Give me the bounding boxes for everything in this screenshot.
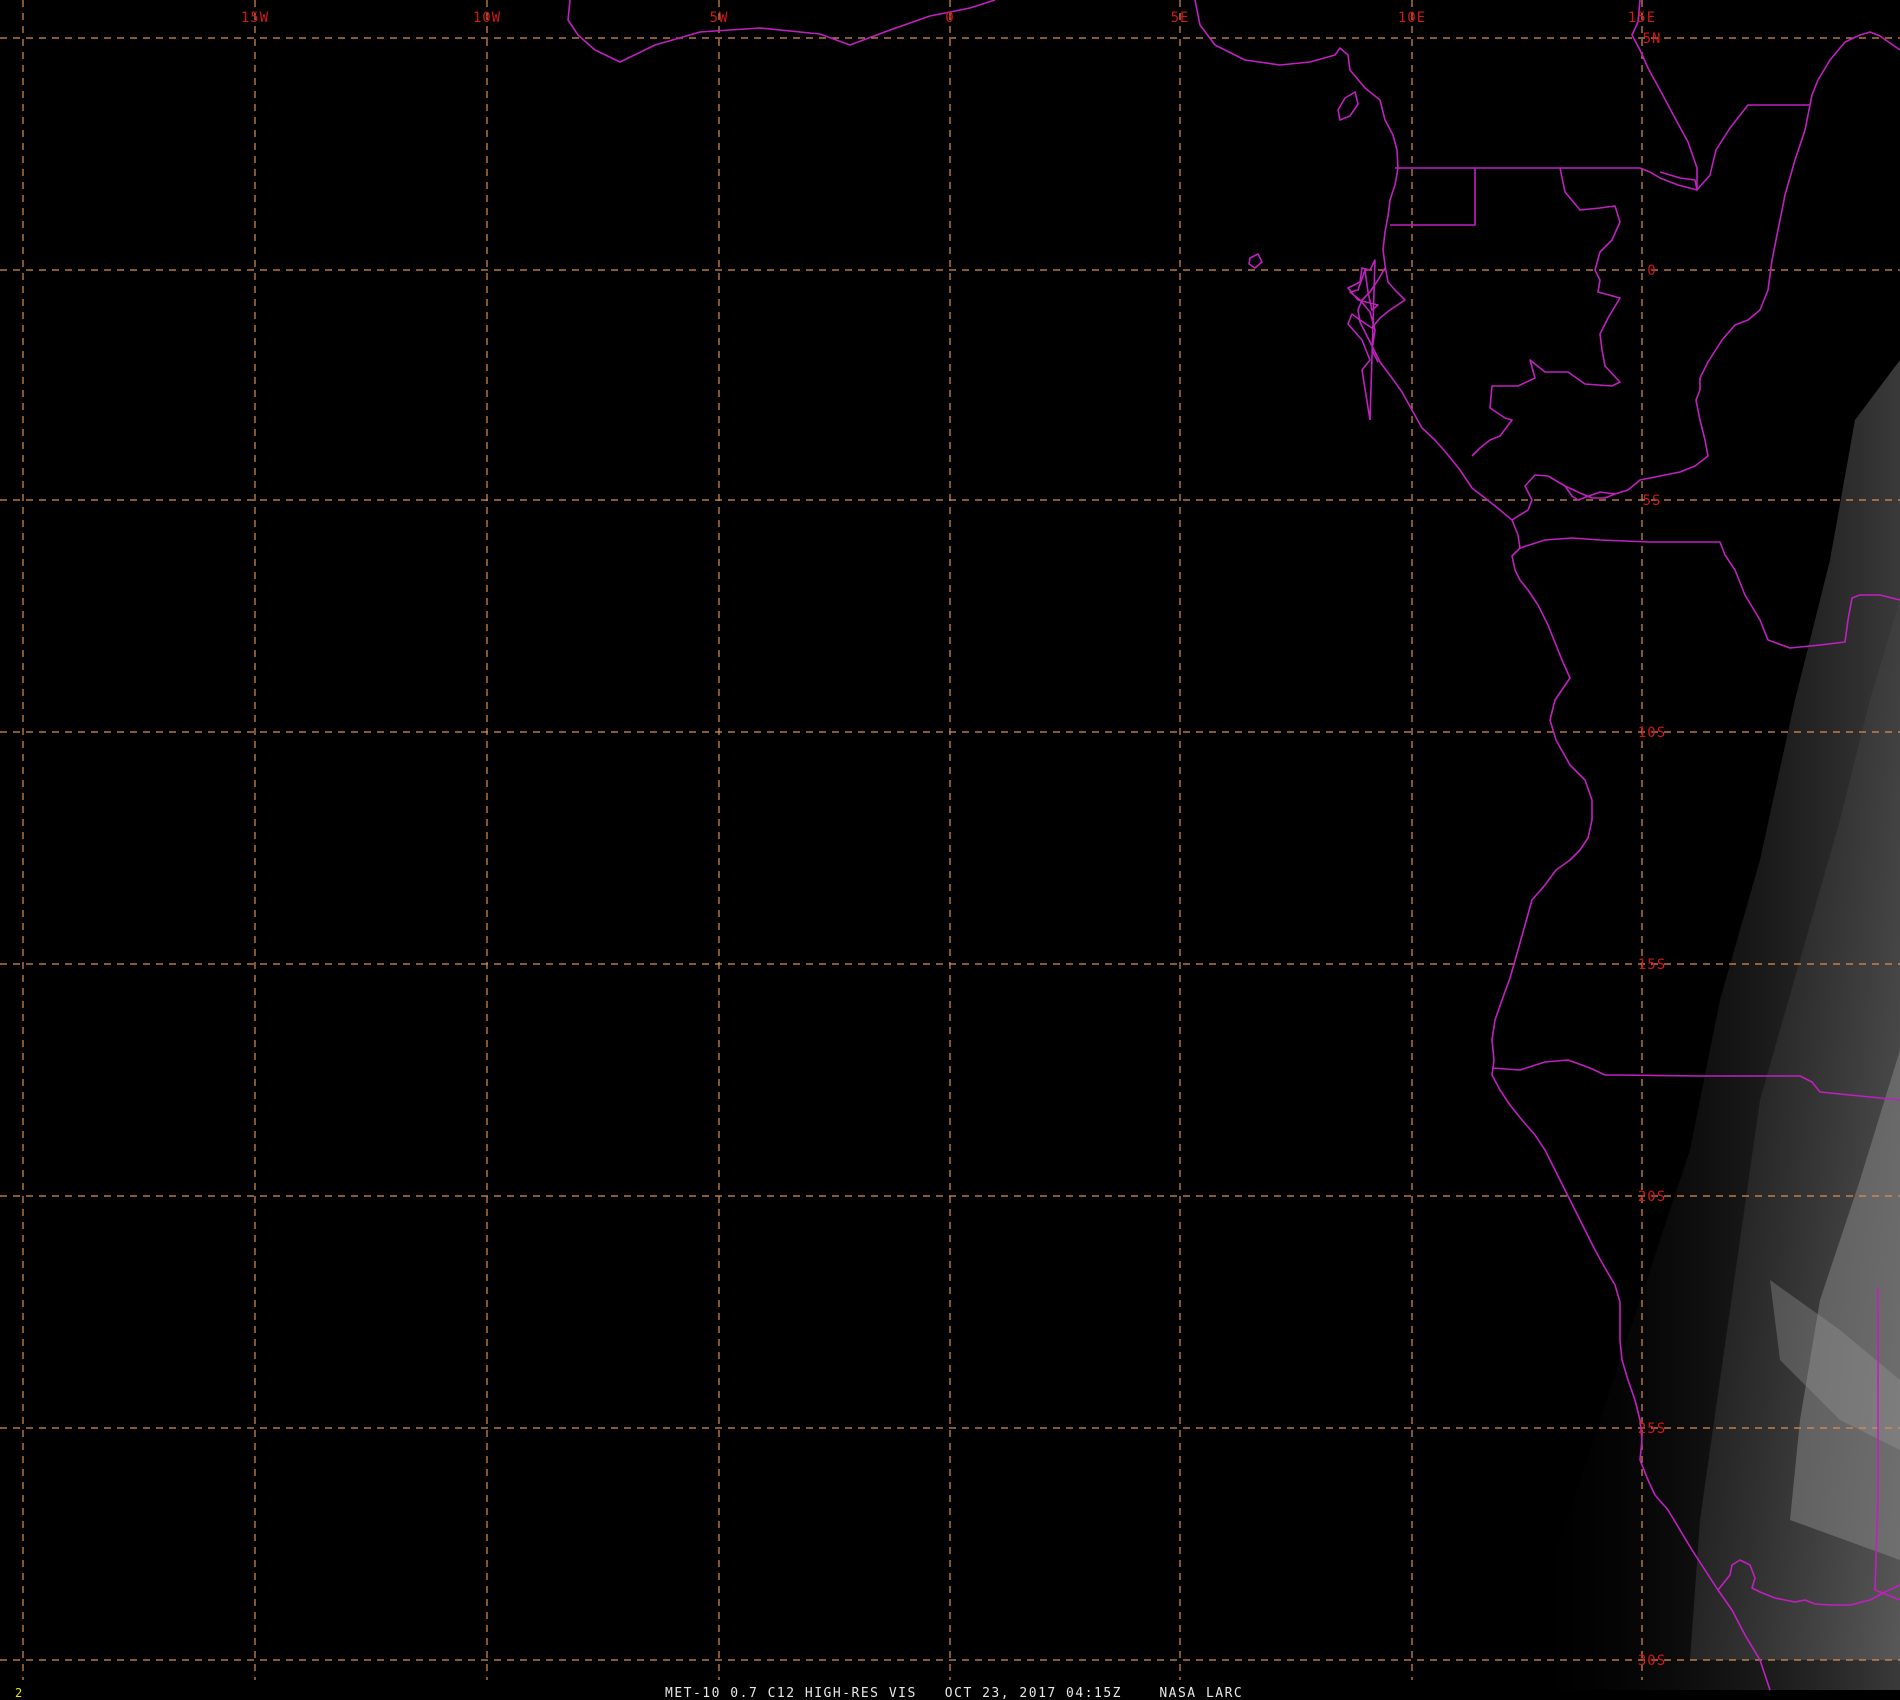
latitude-label: 15S bbox=[1638, 957, 1666, 973]
latitude-label: 20S bbox=[1638, 1189, 1666, 1205]
latitude-label: 0 bbox=[1647, 263, 1656, 279]
longitude-label: 10E bbox=[1398, 10, 1426, 26]
longitude-label: 10W bbox=[473, 10, 501, 26]
latitude-label: 5S bbox=[1643, 493, 1662, 509]
frame-number: 2 bbox=[15, 1686, 22, 1700]
latitude-label: 10S bbox=[1638, 725, 1666, 741]
longitude-label: 5W bbox=[710, 10, 729, 26]
longitude-label: 5E bbox=[1171, 10, 1190, 26]
longitude-label: 0 bbox=[945, 10, 954, 26]
latitude-label: 25S bbox=[1638, 1421, 1666, 1437]
image-caption: MET-10 0.7 C12 HIGH-RES VIS OCT 23, 2017… bbox=[665, 1686, 1243, 1700]
longitude-label: 15W bbox=[241, 10, 269, 26]
latitude-label: 30S bbox=[1638, 1653, 1666, 1669]
latitude-label: 5N bbox=[1643, 31, 1662, 47]
longitude-label: 15E bbox=[1628, 10, 1656, 26]
satellite-map: 15W 10W 5W 0 5E 10E 15E 5N 0 5S 10S 15S 20S 25S 30S 2… bbox=[0, 0, 1900, 1700]
